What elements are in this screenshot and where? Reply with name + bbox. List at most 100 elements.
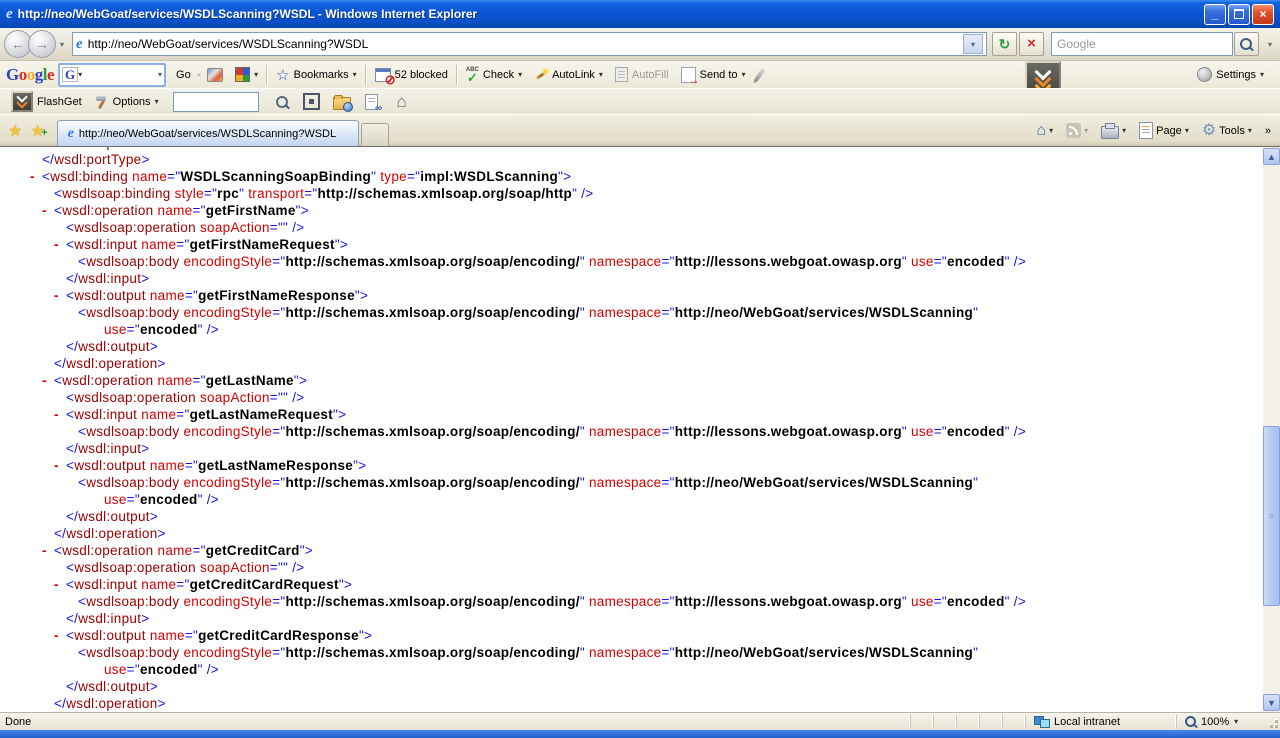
feeds-button[interactable]: ▾ — [1061, 121, 1093, 140]
ie-logo-icon: e — [6, 7, 13, 21]
options-label: Options — [113, 96, 151, 108]
options-button[interactable]: Options ▾ — [88, 91, 165, 113]
page-icon — [1139, 122, 1153, 139]
xml-token: =" — [661, 645, 674, 660]
google-go-button[interactable]: Go — [170, 64, 197, 86]
home-button[interactable]: ⌂▾ — [1031, 121, 1058, 140]
minimize-button[interactable]: _ — [1204, 4, 1226, 25]
search-options-dropdown-icon[interactable]: ▾ — [1268, 40, 1272, 49]
xml-token: use — [911, 424, 934, 439]
autofill-button[interactable]: AutoFill — [609, 64, 675, 86]
google-search-dropdown-icon[interactable]: ▾ — [78, 70, 82, 79]
collapse-toggle[interactable]: - — [54, 576, 59, 593]
news-button[interactable] — [201, 64, 229, 86]
flashget-home-button[interactable]: ⌂ — [390, 92, 414, 112]
collapse-toggle[interactable]: - — [54, 287, 59, 304]
zoom-dropdown-icon[interactable]: ▾ — [1234, 717, 1238, 726]
restore-button[interactable] — [1228, 4, 1250, 25]
xml-token: < — [66, 237, 74, 252]
add-favorite-button[interactable]: ★ — [30, 121, 44, 141]
collapse-toggle[interactable]: - — [42, 542, 47, 559]
bookmarks-dropdown-icon: ▾ — [353, 70, 357, 79]
xml-token: =" — [127, 492, 140, 507]
scroll-up-button[interactable]: ▲ — [1263, 148, 1280, 165]
gadgets-button[interactable]: ▾ — [229, 64, 264, 86]
url-text[interactable]: http://neo/WebGoat/services/WSDLScanning… — [88, 37, 963, 51]
page-menu-button[interactable]: Page▾ — [1134, 120, 1194, 141]
collapse-toggle[interactable]: - — [42, 202, 47, 219]
spellcheck-button[interactable]: ABC✓ Check ▾ — [460, 64, 528, 86]
scrollbar-thumb[interactable]: ≡ — [1263, 426, 1280, 606]
xml-token: http://lessons.webgoat.owasp.org — [675, 424, 902, 439]
sendto-label: Send to — [700, 69, 738, 81]
collapse-toggle[interactable]: - — [54, 406, 59, 423]
options-dropdown-icon: ▾ — [155, 97, 159, 106]
refresh-button[interactable]: ↻ — [992, 32, 1017, 56]
xml-token: =" — [176, 237, 189, 252]
flashget-search-button[interactable] — [270, 92, 294, 112]
xml-token: name — [141, 237, 176, 252]
bookmarks-button[interactable]: ☆ Bookmarks ▾ — [270, 64, 363, 86]
flashget-search-input[interactable] — [173, 92, 259, 112]
download-all-button[interactable] — [330, 92, 354, 112]
xml-token: http://schemas.xmlsoap.org/soap/encoding… — [285, 424, 579, 439]
xml-token: soapAction — [200, 220, 270, 235]
forward-button[interactable]: → — [28, 30, 56, 58]
network-icon — [1034, 716, 1050, 728]
check-dropdown-icon: ▾ — [518, 70, 522, 79]
xml-token: name — [150, 458, 185, 473]
address-bar: ← → ▾ e http://neo/WebGoat/services/WSDL… — [0, 28, 1280, 61]
google-logo-letter: g — [35, 65, 43, 84]
collapse-toggle[interactable]: - — [30, 168, 35, 185]
xml-token: < — [78, 594, 86, 609]
sendto-button[interactable]: Send to ▾ — [675, 64, 752, 86]
xml-token: " /> — [1005, 594, 1026, 609]
page-link-icon — [365, 94, 378, 110]
new-tab-button[interactable] — [361, 123, 389, 146]
xml-document: </wsdl:operation></wsdl:portType>-<wsdl:… — [0, 147, 1263, 712]
xml-token: wsdl:operation — [66, 696, 157, 711]
collapse-toggle[interactable]: - — [42, 372, 47, 389]
settings-button[interactable]: Settings ▾ — [1191, 64, 1270, 86]
xml-token: =" — [661, 424, 674, 439]
favorites-center-button[interactable]: ★ — [8, 121, 22, 141]
google-search-box[interactable]: G ▾ ▾ — [58, 63, 166, 87]
print-button[interactable]: ▾ — [1096, 120, 1131, 141]
xml-token: wsdl:output — [78, 679, 150, 694]
search-input[interactable]: Google — [1051, 32, 1233, 56]
history-dropdown-icon[interactable]: ▾ — [60, 40, 64, 49]
scroll-down-button[interactable]: ▼ — [1263, 694, 1280, 711]
xml-token: =" — [272, 645, 285, 660]
xml-line: -<wsdl:input name="getCreditCardRequest"… — [0, 576, 1263, 593]
settings-dropdown-icon: ▾ — [1260, 70, 1264, 79]
xml-token: wsdl:output — [74, 628, 146, 643]
popup-blocker-button[interactable]: 52 blocked — [369, 64, 454, 86]
search-button[interactable] — [1234, 32, 1259, 56]
xml-token: < — [66, 577, 74, 592]
autolink-button[interactable]: AutoLink ▾ — [528, 64, 609, 86]
xml-token: > — [141, 441, 149, 456]
flashget-button[interactable]: FlashGet — [5, 91, 88, 113]
xml-line: use="encoded" /> — [0, 491, 1263, 508]
address-dropdown-button[interactable]: ▾ — [963, 34, 983, 54]
collapse-toggle[interactable]: - — [54, 627, 59, 644]
highlighter-button[interactable] — [752, 64, 768, 86]
tab-active[interactable]: e http://neo/WebGoat/services/WSDLScanni… — [57, 120, 359, 146]
xml-token: < — [54, 203, 62, 218]
tools-menu-button[interactable]: ⚙Tools▾ — [1197, 121, 1257, 140]
xml-token: encodingStyle — [183, 594, 272, 609]
xml-token: =" — [661, 254, 674, 269]
google-search-history-icon[interactable]: ▾ — [158, 70, 162, 79]
stop-button[interactable]: × — [1019, 32, 1044, 56]
vertical-scrollbar[interactable]: ▲ ≡ ▼ — [1263, 147, 1280, 712]
zoom-pane[interactable]: 100% ▾ — [1176, 715, 1280, 729]
collapse-toggle[interactable]: - — [54, 457, 59, 474]
collapse-toggle[interactable]: - — [54, 236, 59, 253]
xml-token: "> — [355, 288, 368, 303]
capture-button[interactable] — [300, 92, 324, 112]
resize-grip[interactable] — [1266, 716, 1279, 729]
download-page-link-button[interactable] — [360, 92, 384, 112]
command-overflow-button[interactable]: » — [1260, 123, 1276, 139]
address-field[interactable]: e http://neo/WebGoat/services/WSDLScanni… — [72, 32, 987, 56]
close-button[interactable]: × — [1252, 4, 1274, 25]
